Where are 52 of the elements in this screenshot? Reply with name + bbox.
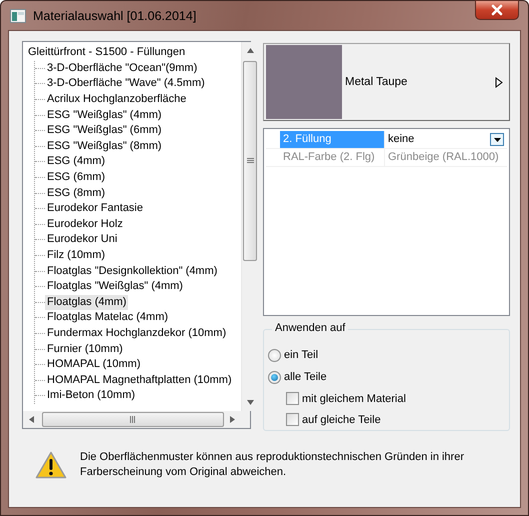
- tree-item[interactable]: HOMAPAL (10mm): [45, 357, 143, 372]
- tree-item[interactable]: 3-D-Oberfläche "Ocean"(9mm): [45, 60, 200, 76]
- material-button[interactable]: Metal Taupe: [263, 43, 510, 121]
- tree-item[interactable]: ESG (6mm): [45, 170, 108, 186]
- arrow-icon: [247, 399, 254, 406]
- radio-button[interactable]: [268, 348, 281, 362]
- grip-icon: [130, 416, 136, 423]
- tree-item[interactable]: ESG "Weißglas" (4mm): [45, 108, 164, 123]
- tree-item[interactable]: HOMAPAL Magnethaftplatten (10mm): [45, 372, 234, 388]
- tree-item[interactable]: 3-D-Oberfläche "Wave" (4.5mm): [45, 76, 207, 92]
- radio-button[interactable]: [268, 370, 281, 384]
- checkbox-label[interactable]: auf gleiche Teile: [302, 414, 381, 426]
- dropdown-button[interactable]: [490, 133, 504, 146]
- tree-item[interactable]: Floatglas "Weißglas" (4mm): [45, 279, 185, 294]
- tree-item[interactable]: ESG "Weißglas" (6mm): [45, 123, 164, 138]
- checkbox[interactable]: [286, 413, 299, 426]
- warning-message: Die Oberflächenmuster können aus reproduktionstechnischen Gründen in ihrer Farberscheinung vom Original abweichen.: [80, 450, 465, 480]
- scroll-thumb[interactable]: [42, 412, 224, 427]
- property-value: Grünbeige (RAL.1000): [384, 149, 507, 166]
- tree-item[interactable]: Floatglas (4mm): [45, 294, 128, 310]
- tree-item[interactable]: Fundermax Hochglanzdekor (10mm): [45, 326, 228, 341]
- radio-label[interactable]: alle Teile: [284, 371, 327, 383]
- arrow-icon: [247, 47, 254, 54]
- window-icon: [10, 8, 26, 22]
- close-button[interactable]: [475, 0, 519, 20]
- tree-item[interactable]: Eurodekor Holz: [45, 216, 125, 232]
- triangle-icon: [495, 76, 503, 88]
- tree-item[interactable]: ESG (8mm): [45, 186, 108, 201]
- caret-icon: [494, 138, 500, 142]
- tree-item[interactable]: ESG "Weißglas" (8mm): [45, 138, 164, 154]
- window-title: Materialauswahl [01.06.2014]: [33, 8, 198, 22]
- checkbox[interactable]: [286, 392, 299, 405]
- arrow-icon: [229, 416, 236, 423]
- checkbox-label[interactable]: mit gleichem Material: [302, 392, 406, 404]
- tree-item[interactable]: Eurodekor Fantasie: [45, 201, 145, 216]
- tree-item[interactable]: Floatglas "Designkollektion" (4mm): [45, 264, 220, 279]
- property-dropdown[interactable]: keine: [384, 131, 507, 148]
- grip-icon: [246, 158, 254, 164]
- tree-item[interactable]: ESG (4mm): [45, 154, 108, 170]
- tree-item[interactable]: Eurodekor Uni: [45, 232, 120, 248]
- close-icon: [490, 4, 504, 16]
- tree-item[interactable]: Furnier (10mm): [45, 342, 125, 357]
- tree-item[interactable]: Imi-Beton (10mm): [45, 388, 138, 404]
- tree-item[interactable]: Filz (10mm): [45, 248, 108, 264]
- scroll-thumb[interactable]: [243, 61, 257, 261]
- arrow-icon: [28, 416, 35, 423]
- tree-item[interactable]: Acrilux Hochglanzoberfläche: [45, 92, 188, 108]
- warning-icon: [35, 451, 67, 479]
- group-title: Anwenden auf: [272, 322, 348, 334]
- tree-root[interactable]: Gleittürfront - S1500 - Füllungen: [26, 46, 188, 58]
- tree-item[interactable]: Floatglas Matelac (4mm): [45, 310, 170, 326]
- radio-label[interactable]: ein Teil: [284, 349, 318, 361]
